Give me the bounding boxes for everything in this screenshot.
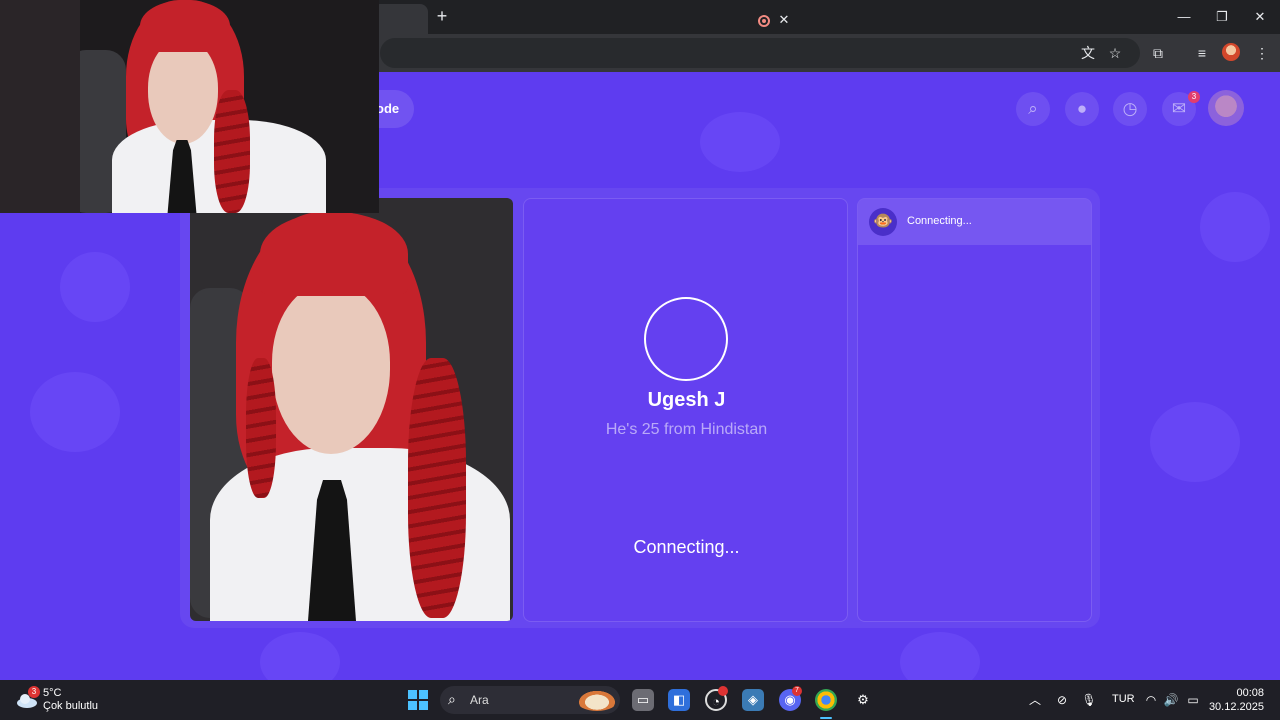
battery-icon[interactable]: ▭ (1184, 692, 1202, 708)
self-video (190, 198, 513, 621)
partner-card: Ugesh J He's 25 from Hindistan Connectin… (523, 198, 848, 622)
app-badge (718, 686, 728, 696)
minimize-button[interactable]: — (1172, 6, 1196, 28)
self-video-person-image (190, 198, 513, 621)
webcam-person-image (0, 0, 379, 213)
wifi-icon[interactable]: ◠ (1142, 692, 1160, 708)
extensions-icon[interactable]: ⧉ (1148, 43, 1168, 63)
user-avatar[interactable] (1208, 90, 1244, 126)
chat-header: 🐵 Connecting... (858, 199, 1091, 245)
search-icon: ⌕ (448, 691, 456, 707)
background-pattern (1200, 192, 1270, 262)
restore-button[interactable]: ❐ (1210, 6, 1234, 28)
discord-badge: 7 (792, 686, 802, 696)
weather-badge: 3 (28, 686, 40, 698)
media-controls-icon[interactable]: ≡ (1192, 43, 1212, 63)
chat-status: Connecting... (907, 215, 972, 227)
monkey-avatar-icon: 🐵 (869, 208, 897, 236)
chrome-active-indicator (820, 717, 832, 719)
background-pattern (1150, 402, 1240, 482)
translate-icon[interactable]: 文 (1078, 43, 1098, 63)
camera-off-icon[interactable]: ⊘ (1053, 692, 1071, 708)
clock-time[interactable]: 00:08 (1228, 687, 1264, 699)
messages-badge: 3 (1188, 91, 1200, 103)
bookmark-star-icon[interactable]: ☆ (1105, 43, 1125, 63)
partner-status: Connecting... (633, 537, 740, 557)
profile-avatar[interactable] (1222, 43, 1240, 61)
volume-icon[interactable]: 🔊 (1162, 692, 1180, 708)
partner-info: He's 25 from Hindistan (605, 421, 768, 438)
chrome-icon[interactable] (815, 689, 837, 711)
partner-avatar (644, 297, 728, 381)
background-pattern (260, 632, 340, 680)
background-pattern (900, 632, 980, 680)
start-button[interactable] (408, 690, 428, 710)
task-view-icon[interactable]: ▭ (632, 689, 654, 711)
background-pattern (700, 112, 780, 172)
settings-gear-icon[interactable]: ⚙ (852, 689, 874, 711)
tray-chevron-icon[interactable]: ︿ (1026, 692, 1044, 708)
background-pattern (30, 372, 120, 452)
browser-menu-icon[interactable]: ⋮ (1252, 43, 1272, 63)
address-bar[interactable] (380, 38, 1140, 68)
new-tab-button[interactable]: + (432, 6, 452, 26)
microphone-icon[interactable]: 🎙 (1080, 692, 1098, 708)
search-placeholder: Ara (470, 693, 489, 707)
recording-indicator-icon (758, 15, 770, 27)
weather-desc: Çok bulutlu (43, 700, 99, 712)
background-pattern (60, 252, 130, 322)
close-window-button[interactable]: ✕ (1248, 6, 1272, 28)
active-tab[interactable]: ✕ (372, 4, 789, 34)
weather-temp: 5°C (43, 687, 62, 699)
search-icon[interactable]: ⌕ (1016, 92, 1050, 126)
tab-close-button[interactable]: ✕ (776, 11, 792, 29)
clock-date[interactable]: 30.12.2025 (1208, 701, 1264, 713)
roblox-icon[interactable]: ◧ (668, 689, 690, 711)
search-highlight-image (576, 689, 618, 711)
language-indicator[interactable]: TUR (1112, 693, 1135, 705)
gender-filter-icon[interactable]: ● (1065, 92, 1099, 126)
webcam-overlay (0, 0, 379, 213)
partner-name: Ugesh J (647, 389, 726, 411)
history-icon[interactable]: ◷ (1113, 92, 1147, 126)
taskbar-search[interactable]: ⌕ Ara (440, 686, 620, 714)
windows-taskbar: 3 5°C Çok bulutlu ⌕ Ara ▭ ◧ ◔ ◈ ◉ 7 ⚙ ︿ … (0, 680, 1280, 720)
chat-card: 🐵 Connecting... (857, 198, 1092, 622)
network-app-icon[interactable]: ◈ (742, 689, 764, 711)
